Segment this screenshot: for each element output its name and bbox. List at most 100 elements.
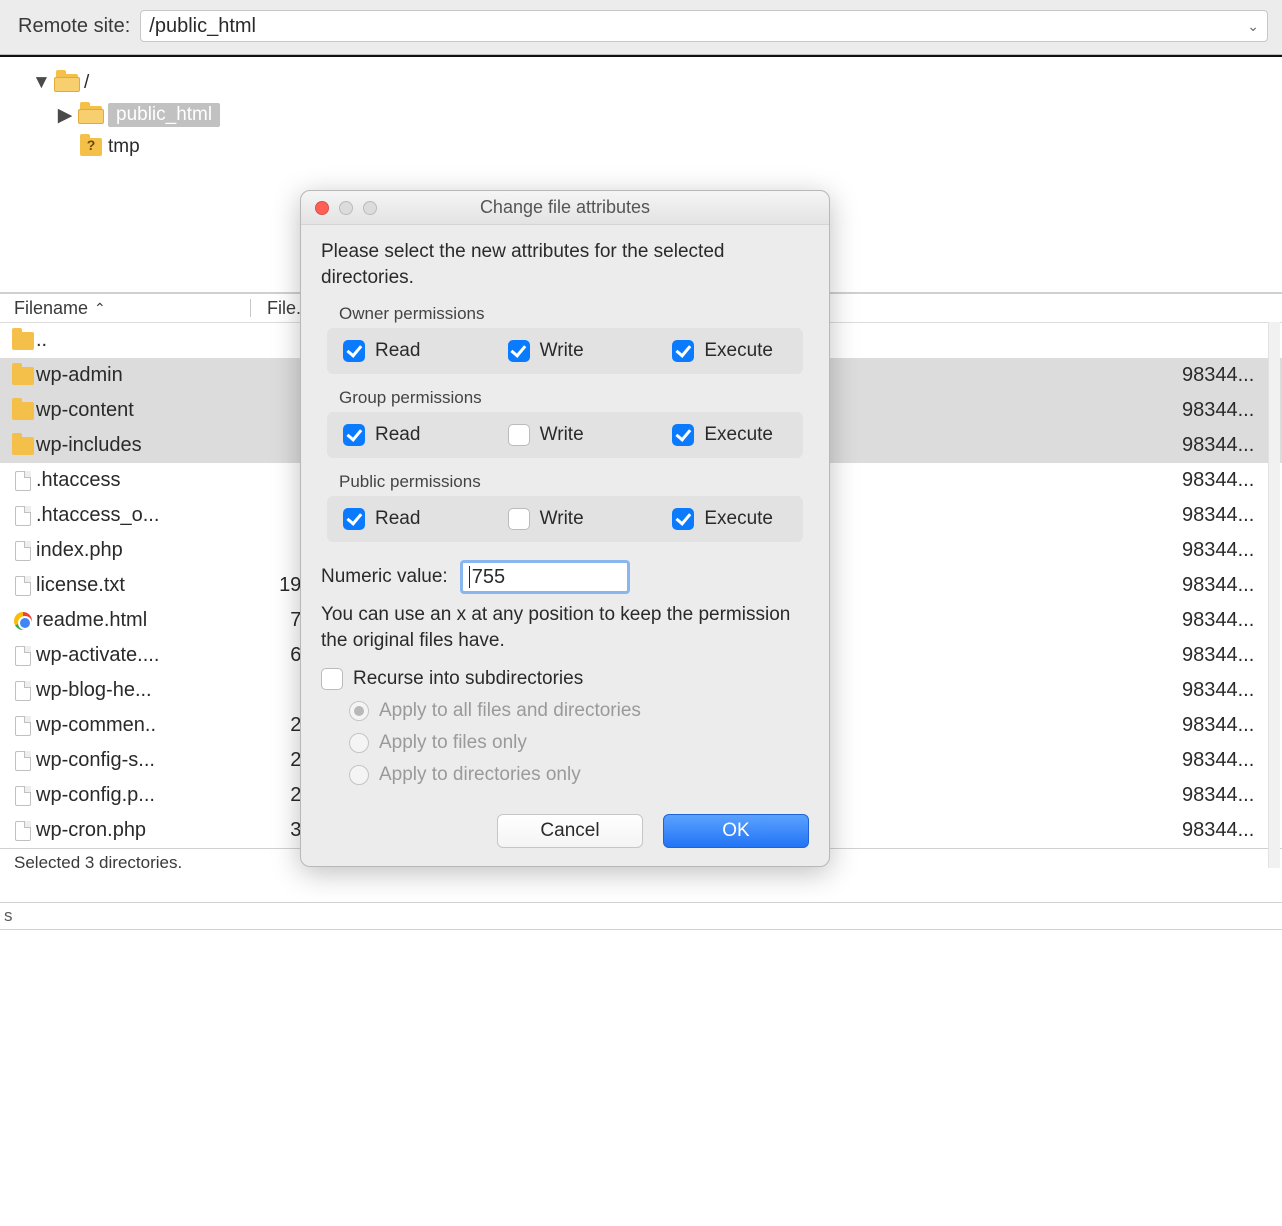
group-write-checkbox[interactable]: Write [508,424,623,446]
dialog-intro: Please select the new attributes for the… [321,239,809,290]
file-owner: 98344... [1172,469,1282,492]
tree-label-tmp: tmp [108,136,140,158]
file-name: license.txt [36,574,248,597]
remote-site-label: Remote site: [18,15,130,38]
file-owner: 98344... [1172,434,1282,457]
file-name: wp-blog-he... [36,679,248,702]
numeric-input[interactable]: 755 [460,560,630,594]
tree-row-tmp[interactable]: ▶ tmp [0,131,1282,163]
recurse-checkbox[interactable] [321,668,343,690]
radio-apply-all [349,701,369,721]
chrome-icon [14,612,32,630]
checkbox-icon [508,508,530,530]
public-perm-box: Read Write Execute [327,496,803,542]
tree-row-publichtml[interactable]: ▶ public_html [0,99,1282,131]
bottom-strip-text: s [4,906,13,926]
disclosure-down-icon[interactable]: ▼ [32,72,50,94]
change-attributes-dialog: Change file attributes Please select the… [300,190,830,867]
file-name: .htaccess_o... [36,504,248,527]
group-perm-box: Read Write Execute [327,412,803,458]
bottom-strip: s [0,902,1282,930]
numeric-value: 755 [472,566,505,589]
file-name: wp-activate.... [36,644,248,667]
recurse-label: Recurse into subdirectories [353,668,583,690]
checkbox-label: Execute [704,340,773,362]
apply-all-row: Apply to all files and directories [349,700,809,722]
status-text: Selected 3 directories. [14,853,182,873]
window-close-icon[interactable] [315,201,329,215]
group-execute-checkbox[interactable]: Execute [672,424,787,446]
file-icon [15,681,31,701]
file-owner: 98344... [1172,609,1282,632]
numeric-row: Numeric value: 755 [321,560,809,594]
public-read-checkbox[interactable]: Read [343,508,458,530]
owner-write-checkbox[interactable]: Write [508,340,623,362]
text-caret [469,566,470,588]
owner-execute-checkbox[interactable]: Execute [672,340,787,362]
checkbox-icon [508,340,530,362]
file-name: .htaccess [36,469,248,492]
apply-all-label: Apply to all files and directories [379,700,641,722]
checkbox-label: Write [540,424,584,446]
file-owner: 98344... [1172,399,1282,422]
checkbox-icon [343,424,365,446]
recurse-row[interactable]: Recurse into subdirectories [321,668,809,690]
tree-row-root[interactable]: ▼ / [0,67,1282,99]
remote-site-combo[interactable]: /public_html ⌄ [140,10,1268,42]
file-name: wp-content [36,399,248,422]
scrollbar[interactable] [1268,322,1280,868]
file-owner: 98344... [1172,749,1282,772]
file-owner: 98344... [1172,714,1282,737]
tree-label-root: / [84,72,89,94]
dialog-titlebar[interactable]: Change file attributes [301,191,829,225]
checkbox-label: Execute [704,424,773,446]
folder-icon [12,437,34,455]
checkbox-icon [508,424,530,446]
public-perm-label: Public permissions [339,472,809,492]
header-filename[interactable]: Filename ⌃ [14,298,250,319]
dialog-title: Change file attributes [301,197,829,218]
file-name: readme.html [36,609,248,632]
checkbox-label: Write [540,508,584,530]
owner-perm-label: Owner permissions [339,304,809,324]
file-owner: 98344... [1172,679,1282,702]
checkbox-icon [672,340,694,362]
file-icon [15,786,31,806]
public-execute-checkbox[interactable]: Execute [672,508,787,530]
checkbox-label: Execute [704,508,773,530]
window-minimize-icon [339,201,353,215]
ok-button[interactable]: OK [663,814,809,848]
folder-icon [12,367,34,385]
apply-files-row: Apply to files only [349,732,809,754]
window-zoom-icon [363,201,377,215]
sort-asc-icon: ⌃ [94,300,106,317]
owner-read-checkbox[interactable]: Read [343,340,458,362]
group-perm-label: Group permissions [339,388,809,408]
file-owner: 98344... [1172,539,1282,562]
tree-label-publichtml: public_html [108,103,220,127]
dialog-buttons: Cancel OK [321,814,809,848]
cancel-button[interactable]: Cancel [497,814,643,848]
radio-apply-files [349,733,369,753]
checkbox-icon [343,508,365,530]
file-icon [15,506,31,526]
chevron-down-icon: ⌄ [1247,18,1259,35]
file-name: wp-config-s... [36,749,248,772]
file-owner: 98344... [1172,504,1282,527]
folder-icon [80,106,102,124]
checkbox-icon [672,424,694,446]
folder-unknown-icon [80,138,102,156]
numeric-label: Numeric value: [321,566,448,588]
apply-files-label: Apply to files only [379,732,527,754]
remote-site-bar: Remote site: /public_html ⌄ [0,0,1282,55]
file-owner: 98344... [1172,574,1282,597]
file-name: wp-includes [36,434,248,457]
file-icon [15,541,31,561]
public-write-checkbox[interactable]: Write [508,508,623,530]
group-read-checkbox[interactable]: Read [343,424,458,446]
folder-icon [12,402,34,420]
file-name: index.php [36,539,248,562]
header-filename-label: Filename [14,298,88,319]
folder-icon [12,332,34,350]
disclosure-right-icon[interactable]: ▶ [56,104,74,127]
